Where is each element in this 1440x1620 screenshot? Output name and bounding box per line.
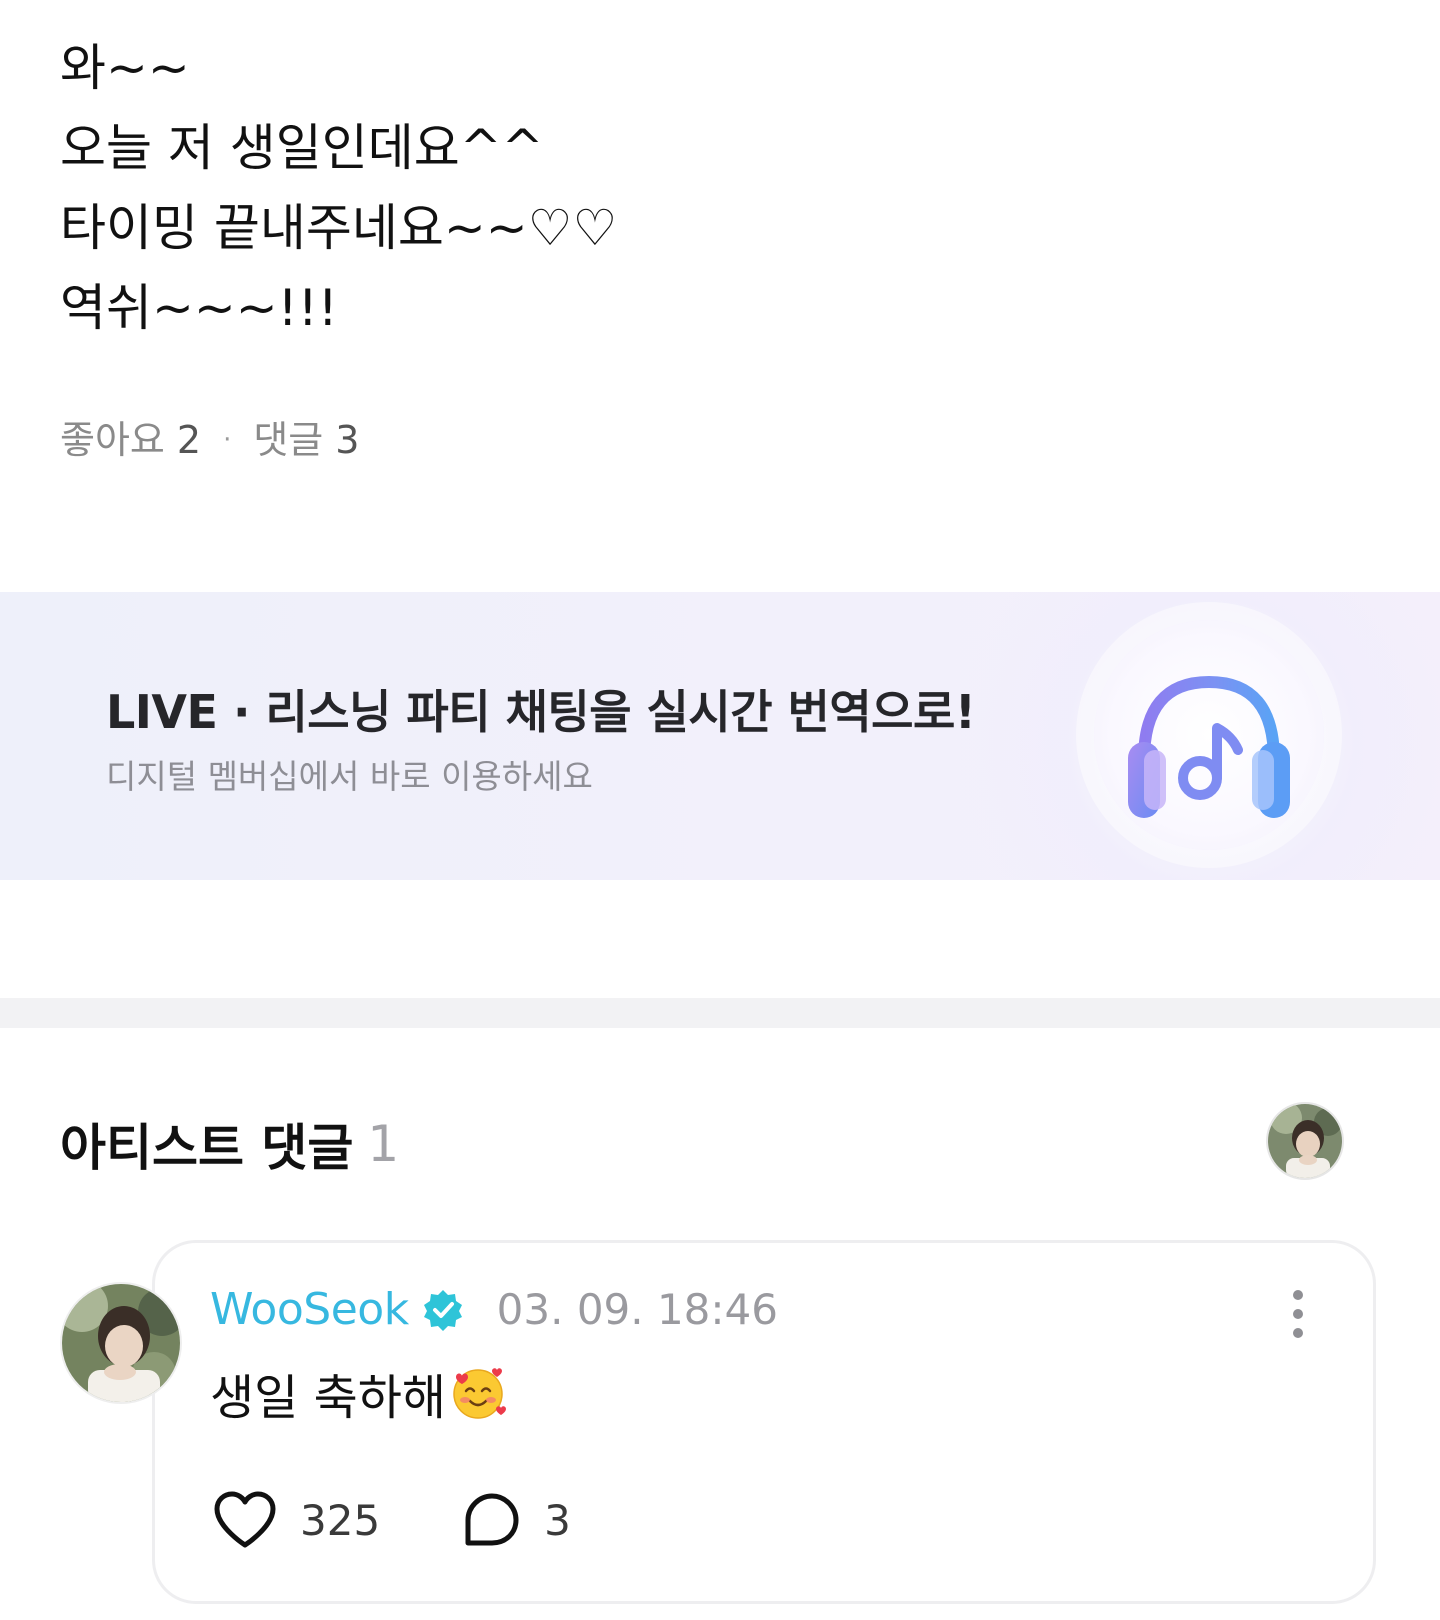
artist-comments-title: 아티스트 댓글 bbox=[60, 1119, 354, 1177]
reply-bubble-icon bbox=[465, 1493, 519, 1546]
comment-text: 생일 축하해 🥰 bbox=[210, 1358, 508, 1428]
reply-count-value: 3 bbox=[544, 1495, 571, 1545]
stats-separator: · bbox=[223, 425, 232, 455]
comment-body: 생일 축하해 bbox=[210, 1370, 447, 1426]
artist-comments-header: 아티스트 댓글 1 bbox=[60, 1108, 399, 1180]
comment-label[interactable]: 댓글 bbox=[253, 412, 323, 468]
artist-comments-count: 1 bbox=[367, 1115, 400, 1173]
artist-avatar[interactable] bbox=[1266, 1102, 1344, 1180]
post-line: 와~~ bbox=[60, 39, 190, 97]
like-button[interactable]: 325 bbox=[212, 1490, 380, 1550]
like-count[interactable]: 2 bbox=[177, 412, 201, 468]
page: 와~~ 오늘 저 생일인데요^^ 타이밍 끝내주네요~~♡♡ 역쉬~~~!!! … bbox=[0, 0, 1440, 1620]
section-divider bbox=[0, 998, 1440, 1028]
post-line: 역쉬~~~!!! bbox=[60, 279, 338, 337]
smiling-hearts-emoji-icon bbox=[453, 1368, 507, 1419]
post-stats: 좋아요 2 · 댓글 3 bbox=[60, 412, 359, 468]
post-body: 와~~ 오늘 저 생일인데요^^ 타이밍 끝내주네요~~♡♡ 역쉬~~~!!! bbox=[60, 28, 617, 348]
post-line: 오늘 저 생일인데요^^ bbox=[60, 119, 544, 177]
promo-banner[interactable]: LIVE · 리스닝 파티 채팅을 실시간 번역으로! 디지털 멤버십에서 바로… bbox=[0, 592, 1440, 880]
comment-author[interactable]: WooSeok bbox=[210, 1284, 409, 1335]
comment-date: 03. 09. 18:46 bbox=[496, 1285, 778, 1334]
heart-icon bbox=[214, 1491, 276, 1548]
verified-badge-icon bbox=[421, 1288, 465, 1332]
banner-subtitle: 디지털 멤버십에서 바로 이용하세요 bbox=[106, 757, 593, 796]
reply-button[interactable]: 3 bbox=[462, 1490, 571, 1550]
like-label[interactable]: 좋아요 bbox=[60, 412, 165, 468]
post-line: 타이밍 끝내주네요~~♡♡ bbox=[60, 199, 618, 257]
like-count-value: 325 bbox=[300, 1495, 381, 1545]
headphones-music-icon bbox=[1094, 620, 1324, 850]
banner-title: LIVE · 리스닝 파티 채팅을 실시간 번역으로! bbox=[106, 685, 976, 739]
comment-avatar[interactable] bbox=[60, 1282, 182, 1404]
comment-actions: 325 3 bbox=[212, 1490, 571, 1550]
more-options-icon[interactable] bbox=[1286, 1288, 1310, 1340]
comment-count[interactable]: 3 bbox=[335, 412, 359, 468]
comment-header: WooSeok 03. 09. 18:46 bbox=[210, 1284, 778, 1335]
